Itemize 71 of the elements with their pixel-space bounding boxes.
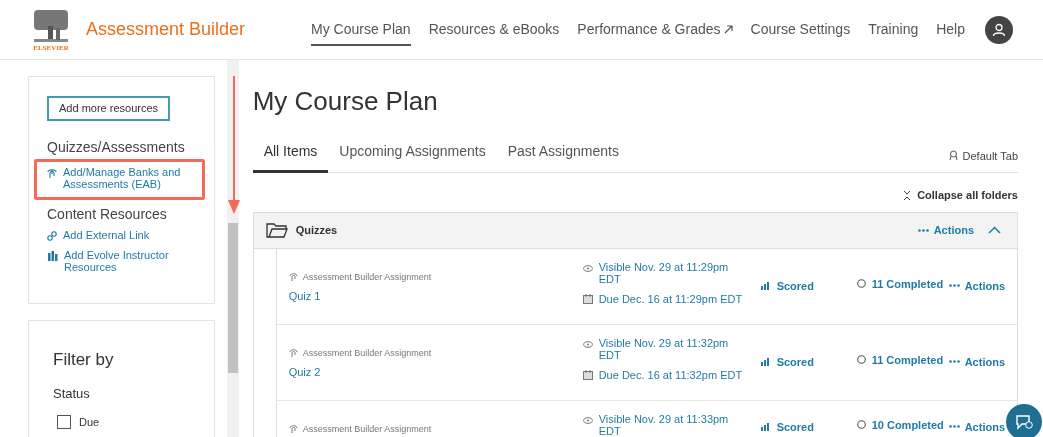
bar-chart-icon bbox=[760, 422, 771, 431]
section-heading: Quizzes/Assessments bbox=[47, 137, 186, 157]
nav-link[interactable]: Training bbox=[868, 13, 919, 46]
add-resources-button[interactable]: Add more resources bbox=[47, 96, 171, 121]
calendar-icon bbox=[582, 369, 593, 380]
eye-icon bbox=[582, 416, 593, 424]
assignment-link[interactable]: Quiz 2 bbox=[288, 364, 583, 381]
eye-icon bbox=[582, 340, 593, 348]
person-icon bbox=[992, 22, 1006, 37]
resource-link[interactable]: Add External Link bbox=[63, 228, 193, 241]
completed-link[interactable]: 11 Completed bbox=[871, 277, 944, 290]
avatar-button[interactable] bbox=[985, 15, 1013, 44]
completed-link[interactable]: 11 Completed bbox=[871, 353, 944, 366]
scrollbar[interactable] bbox=[226, 60, 239, 437]
bar-chart-icon bbox=[760, 281, 771, 290]
tab[interactable]: Past Assignments bbox=[496, 141, 630, 173]
grading-status: Scored bbox=[776, 278, 814, 294]
completed-link[interactable]: 10 Completed bbox=[871, 418, 944, 431]
nav-link[interactable]: Course Settings bbox=[750, 13, 851, 46]
scrollbar-thumb[interactable] bbox=[227, 223, 238, 373]
ribbon-icon bbox=[948, 150, 958, 162]
calendar-icon bbox=[582, 293, 593, 304]
resource-link[interactable]: Add/Manage Banks and Assessments (EAB) bbox=[63, 165, 193, 190]
chat-button[interactable] bbox=[1006, 404, 1042, 437]
actions-button[interactable]: Actions bbox=[948, 277, 1005, 294]
due-date: Due Dec. 16 at 11:29pm EDT bbox=[598, 291, 743, 307]
link-icon bbox=[47, 230, 57, 241]
circle-icon bbox=[856, 279, 866, 288]
resource-link[interactable]: Add Evolve Instructor Resources bbox=[64, 248, 194, 273]
circle-icon bbox=[856, 420, 866, 429]
grading-status: Scored bbox=[776, 354, 814, 370]
collapse-folders-button[interactable]: Collapse all folders bbox=[903, 187, 1018, 204]
visible-date: Visible Nov. 29 at 11:33pm EDT bbox=[598, 412, 730, 437]
checkbox[interactable] bbox=[57, 414, 71, 429]
nav-link[interactable]: Performance & Grades bbox=[577, 13, 733, 46]
collapse-icon bbox=[903, 189, 912, 201]
actions-button[interactable]: Actions bbox=[948, 418, 1005, 435]
filter-group-label: Status bbox=[53, 385, 91, 403]
visible-date: Visible Nov. 29 at 11:32pm EDT bbox=[598, 336, 730, 361]
circle-icon bbox=[856, 355, 866, 364]
nav-link[interactable]: Resources & eBooks bbox=[428, 13, 560, 46]
visible-date: Visible Nov. 29 at 11:29pm EDT bbox=[598, 260, 730, 285]
bar-chart-icon bbox=[760, 357, 771, 366]
actions-button[interactable]: Actions bbox=[948, 353, 1005, 370]
folder-header[interactable]: Quizzes Actions bbox=[253, 212, 1017, 249]
assignment-type: Assessment Builder Assignment bbox=[302, 422, 432, 436]
assignment-type: Assessment Builder Assignment bbox=[302, 270, 432, 284]
tab[interactable]: Upcoming Assignments bbox=[328, 141, 497, 173]
actions-button[interactable]: Actions bbox=[917, 221, 974, 239]
more-icon bbox=[948, 360, 960, 364]
assignment-link[interactable]: Quiz 1 bbox=[288, 288, 583, 305]
eye-icon bbox=[582, 264, 593, 272]
assignment-type: Assessment Builder Assignment bbox=[302, 346, 432, 360]
filter-title: Filter by bbox=[53, 348, 115, 371]
more-icon bbox=[948, 425, 960, 429]
due-date: Due Dec. 16 at 11:32pm EDT bbox=[598, 367, 743, 383]
nav-link[interactable]: Help bbox=[936, 13, 965, 46]
books-icon bbox=[47, 250, 58, 261]
folder-icon bbox=[265, 222, 288, 238]
folder-name: Quizzes bbox=[295, 222, 338, 238]
grading-status: Scored bbox=[776, 419, 814, 435]
section-heading: Content Resources bbox=[47, 204, 168, 224]
page-title: My Course Plan bbox=[252, 85, 439, 118]
more-icon bbox=[917, 228, 929, 232]
app-title: Assessment Builder bbox=[86, 18, 246, 41]
checkbox-label: Due bbox=[79, 414, 100, 430]
chat-icon bbox=[1015, 414, 1033, 430]
default-tab-button[interactable]: Default Tab bbox=[948, 147, 1018, 172]
nav-link[interactable]: My Course Plan bbox=[311, 13, 411, 46]
more-icon bbox=[948, 284, 960, 288]
tab[interactable]: All Items bbox=[252, 141, 329, 173]
